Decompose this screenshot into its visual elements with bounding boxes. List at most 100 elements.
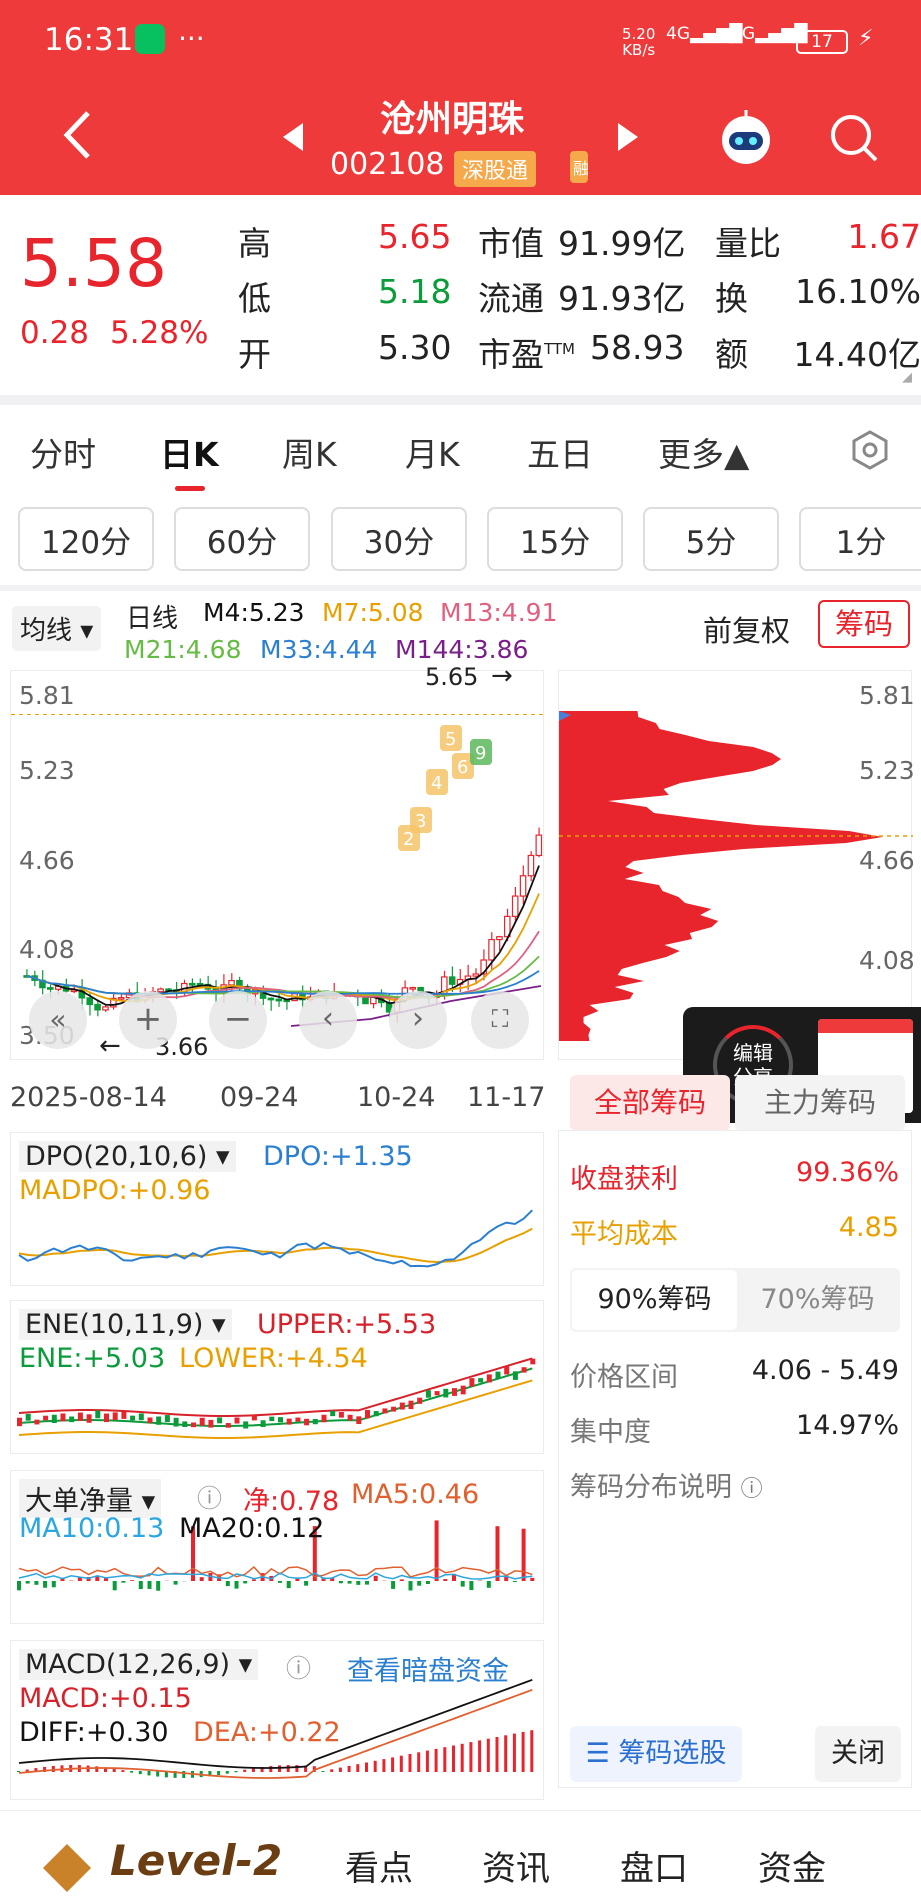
fullscreen-icon[interactable]: ⛶ — [471, 991, 529, 1049]
ene-candle — [130, 1415, 136, 1421]
low-value: 5.18 — [378, 272, 452, 311]
expand-corner-icon[interactable]: ◢ — [902, 370, 912, 385]
pe-label: 市盈TTM — [478, 335, 576, 374]
tab-more[interactable]: 更多▲ — [658, 428, 749, 476]
pill-1min[interactable]: 1分 — [799, 507, 921, 571]
net-speed: 5.20 KB/s — [622, 25, 656, 59]
macd-bar — [347, 1765, 351, 1772]
ene-candle — [504, 1366, 510, 1375]
pill-5min[interactable]: 5分 — [643, 507, 779, 571]
nav-orderbook[interactable]: 盘口 — [620, 1841, 688, 1890]
tab-daily-k[interactable]: 日K — [160, 428, 219, 476]
macd-bar — [338, 1767, 342, 1772]
x-label-start: 2025-08-14 — [10, 1082, 167, 1113]
ene-candle — [60, 1413, 66, 1422]
ene-candle — [521, 1367, 527, 1373]
high-value: 5.65 — [378, 217, 452, 256]
zoom-out-icon[interactable]: − — [209, 991, 267, 1049]
ene-candle — [138, 1413, 144, 1421]
tab-weekly-k[interactable]: 周K — [282, 428, 337, 476]
macd-bar — [504, 1735, 508, 1772]
ene-candle — [304, 1418, 310, 1426]
high-label: 高 — [238, 224, 271, 263]
nav-capital[interactable]: 资金 — [758, 1841, 826, 1890]
ene-candle — [173, 1417, 179, 1427]
ddj-bar — [225, 1581, 230, 1587]
m13-label: M13:4.91 — [440, 598, 558, 627]
dea-value: DEA:+0.22 — [193, 1717, 341, 1748]
settings-hex-icon[interactable] — [850, 430, 890, 470]
ddj-bar — [286, 1581, 291, 1589]
ene-candle — [425, 1390, 431, 1398]
macd-bar — [321, 1771, 325, 1772]
big-order-panel: 大单净量 ▾ ⓘ 净:0.78 MA5:0.46 MA10:0.13 MA20:… — [10, 1470, 544, 1624]
robot-assistant-icon[interactable] — [716, 108, 776, 166]
ene-indicator-select[interactable]: ENE(10,11,9) ▾ — [19, 1309, 232, 1340]
scroll-right-icon[interactable]: › — [389, 991, 447, 1049]
zoom-in-icon[interactable]: + — [119, 991, 177, 1049]
candle-body — [488, 938, 495, 961]
stock-code: 002108 — [330, 147, 445, 182]
ma-select[interactable]: 均线 ▾ — [12, 606, 102, 651]
ene-candle — [278, 1417, 283, 1423]
turnover-value: 16.10% — [795, 272, 921, 311]
float-label: 流通 — [478, 279, 544, 318]
signal-marker: 4 — [431, 773, 442, 794]
ddj-bar — [121, 1581, 126, 1583]
chip-y-5.23: 5.23 — [859, 756, 915, 785]
level2-entry[interactable]: Level-2 — [110, 1836, 282, 1885]
pill-30min[interactable]: 30分 — [331, 507, 467, 571]
ene-candle — [51, 1414, 57, 1424]
pill-120min[interactable]: 120分 — [18, 507, 154, 571]
chip-toggle-button[interactable]: 筹码 — [818, 600, 910, 648]
nav-news[interactable]: 资讯 — [482, 1841, 550, 1890]
kline-chart-panel[interactable]: 564329 5.81 5.23 4.66 4.08 3.50 5.65 → 3… — [10, 661, 545, 1061]
signal-marker: 2 — [403, 829, 414, 850]
ddj-help-icon[interactable]: ⓘ — [197, 1479, 222, 1515]
tab-five-day[interactable]: 五日 — [527, 428, 593, 476]
macd-indicator-select[interactable]: MACD(12,26,9) ▾ — [19, 1649, 259, 1680]
candle-body — [228, 979, 235, 986]
macd-help-icon[interactable]: ⓘ — [286, 1649, 311, 1685]
pill-15min[interactable]: 15分 — [487, 507, 623, 571]
macd-bar — [469, 1742, 473, 1772]
ene-candle — [486, 1374, 492, 1383]
prev-stock-icon[interactable] — [283, 123, 303, 151]
diamond-icon — [42, 1843, 92, 1893]
ddj-bar — [521, 1528, 526, 1581]
nav-viewpoint[interactable]: 看点 — [345, 1841, 413, 1890]
ene-candle — [338, 1411, 344, 1418]
x-label-0924: 09-24 — [220, 1082, 299, 1113]
tab-monthly-k[interactable]: 月K — [405, 428, 460, 476]
search-icon[interactable] — [828, 112, 880, 164]
ddj-bar — [130, 1580, 135, 1581]
next-stock-icon[interactable] — [618, 123, 638, 151]
back-arrow-icon[interactable] — [62, 110, 92, 160]
signal-marker: 5 — [445, 729, 456, 750]
chip-stats-panel — [558, 1130, 912, 1788]
tab-all-chips[interactable]: 全部筹码 — [570, 1075, 730, 1131]
amount-value: 14.40亿 — [793, 335, 921, 374]
dark-pool-link[interactable]: 查看暗盘资金 — [347, 1649, 509, 1688]
ddj-ma10: MA10:0.13 — [19, 1513, 165, 1544]
tab-main-chips[interactable]: 主力筹码 — [735, 1075, 905, 1131]
macd-bar — [425, 1750, 429, 1772]
scroll-left-icon[interactable]: ‹ — [299, 991, 357, 1049]
ddj-bar — [304, 1581, 309, 1586]
ddj-bar — [486, 1581, 491, 1588]
forward-adjust-toggle[interactable]: 前复权 — [703, 608, 790, 650]
ddj-ma20: MA20:0.12 — [179, 1513, 325, 1544]
tab-timeshare[interactable]: 分时 — [30, 428, 96, 476]
rewind-icon[interactable]: « — [29, 991, 87, 1049]
tab-indicator — [175, 486, 205, 491]
price-change: 0.28 — [20, 315, 90, 351]
ddj-bar — [434, 1520, 439, 1581]
stock-name: 沧州明珠 — [380, 99, 525, 140]
ene-candle — [182, 1421, 188, 1428]
dpo-indicator-select[interactable]: DPO(20,10,6) ▾ — [19, 1141, 236, 1172]
ddj-bar — [417, 1581, 422, 1586]
candle-body — [47, 987, 54, 990]
vol-ratio-label: 量比 — [715, 224, 781, 263]
chip-distribution-panel: 5.81 5.23 4.66 4.08 — [558, 670, 915, 1060]
pill-60min[interactable]: 60分 — [174, 507, 310, 571]
